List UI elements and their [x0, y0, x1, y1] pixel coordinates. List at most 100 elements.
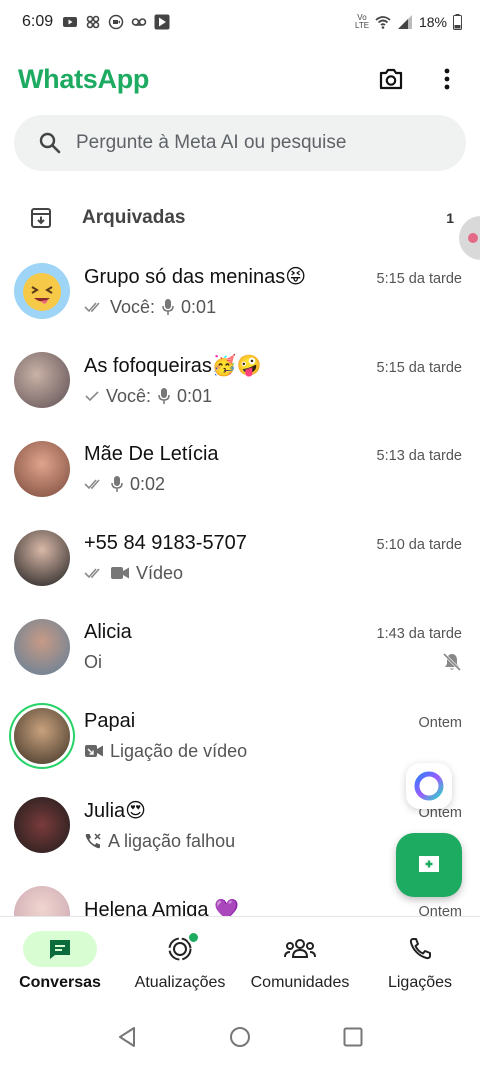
chat-name: As fofoqueiras🥳🤪: [84, 354, 262, 377]
meta-ai-ring-icon: [414, 771, 444, 801]
camera-button[interactable]: [376, 64, 406, 94]
avatar: [14, 796, 70, 853]
home-circle-icon: [229, 1027, 250, 1047]
new-chat-icon: [419, 856, 439, 872]
status-time: 6:09: [22, 13, 54, 30]
tab-atualizacoes[interactable]: Atualizações: [120, 917, 240, 1008]
network-label: Vo LTE: [354, 13, 370, 30]
chat-preview: Ligação de vídeo: [110, 740, 248, 761]
tab-label: Comunidades: [250, 974, 350, 991]
signal-icon: [397, 15, 412, 29]
video-call-icon: [85, 745, 103, 757]
chat-row[interactable]: Mãe De Letícia 5:13 da tarde 0:02: [0, 424, 480, 513]
bottom-nav: Conversas Atualizações Comunidades Ligaç…: [0, 916, 480, 1008]
archived-count: 1: [446, 210, 454, 226]
home-button[interactable]: [220, 1017, 260, 1057]
communities-icon: [284, 939, 316, 958]
status-bar: 6:09 Vo LTE 18%: [0, 0, 480, 44]
chat-time: 5:15 da tarde: [376, 270, 462, 287]
archive-icon: [31, 208, 51, 228]
chat-row[interactable]: As fofoqueiras🥳🤪 5:15 da tarde Você: 0:0…: [0, 335, 480, 424]
youtube-notification-icon: [63, 17, 78, 27]
avatar: [14, 707, 70, 764]
chat-sender: Você:: [106, 385, 152, 406]
avatar: [14, 529, 70, 586]
search-placeholder: Pergunte à Meta AI ou pesquise: [76, 132, 347, 153]
chat-name: Mãe De Letícia: [84, 442, 219, 465]
chat-preview: 0:02: [130, 473, 166, 494]
tab-indicator: [23, 931, 97, 967]
chat-name: Helena Amiga 💜: [84, 899, 239, 916]
archived-row[interactable]: Arquivadas 1: [0, 190, 480, 246]
missed-call-icon: [85, 833, 101, 849]
chats-icon: [50, 940, 70, 959]
more-vert-icon: [444, 68, 450, 90]
chat-row[interactable]: Alicia 1:43 da tarde Oi: [0, 602, 480, 691]
chat-time: 1:43 da tarde: [376, 625, 462, 642]
system-nav-bar: [0, 1008, 480, 1066]
wifi-icon: [375, 16, 391, 29]
search-input[interactable]: Pergunte à Meta AI ou pesquise: [14, 115, 466, 171]
chat-preview: 0:01: [181, 296, 217, 317]
chat-list: Grupo só das meninas😝 5:15 da tarde Você…: [0, 246, 480, 916]
chat-name: Papai: [84, 709, 136, 732]
chat-time: 5:10 da tarde: [376, 536, 462, 553]
chat-preview: A ligação falhou: [108, 830, 236, 851]
battery-icon: [453, 14, 462, 30]
chat-name: Grupo só das meninas😝: [84, 265, 307, 288]
avatar: [14, 618, 70, 675]
camera-icon: [379, 68, 403, 90]
mic-icon: [158, 388, 170, 404]
tab-indicator: [383, 931, 457, 967]
emoji-avatar-icon: [23, 272, 61, 311]
meta-ai-button[interactable]: [406, 763, 452, 809]
avatar: [14, 262, 70, 319]
tab-conversas[interactable]: Conversas: [0, 917, 120, 1008]
recents-square-icon: [343, 1027, 363, 1047]
chat-name: Julia😍: [84, 799, 146, 822]
app-header: WhatsApp: [0, 50, 480, 108]
chat-time: Ontem: [418, 904, 462, 916]
chat-preview: 0:01: [177, 385, 213, 406]
play-store-icon: [154, 14, 170, 30]
app-notification-icon: [86, 15, 100, 29]
double-check-icon: [84, 302, 100, 313]
tab-label: Atualizações: [134, 974, 226, 991]
battery-percent: 18%: [418, 14, 447, 30]
chat-name: +55 84 9183-5707: [84, 531, 247, 554]
tab-label: Conversas: [19, 974, 101, 991]
edge-dot-icon: [468, 233, 478, 243]
voicemail-icon: [131, 18, 147, 26]
chat-row[interactable]: Grupo só das meninas😝 5:15 da tarde Você…: [0, 246, 480, 335]
tab-ligacoes[interactable]: Ligações: [360, 917, 480, 1008]
archived-label: Arquivadas: [82, 207, 186, 228]
updates-badge-dot: [187, 931, 200, 944]
tab-indicator: [143, 931, 217, 967]
video-icon: [111, 567, 129, 579]
search-icon: [39, 132, 61, 154]
double-check-icon: [84, 568, 100, 579]
single-check-icon: [85, 391, 99, 402]
new-chat-button[interactable]: [396, 833, 462, 897]
mic-icon: [111, 476, 123, 492]
recents-button[interactable]: [333, 1017, 373, 1057]
chat-name: Alicia: [84, 620, 132, 643]
double-check-icon: [84, 479, 100, 490]
avatar: [14, 440, 70, 497]
tab-comunidades[interactable]: Comunidades: [240, 917, 360, 1008]
chat-row[interactable]: Papai Ontem Ligação de vídeo: [0, 691, 480, 780]
chat-row[interactable]: +55 84 9183-5707 5:10 da tarde Vídeo: [0, 513, 480, 602]
tab-label: Ligações: [387, 974, 453, 991]
back-button[interactable]: [107, 1017, 147, 1057]
chat-time: 5:15 da tarde: [376, 359, 462, 376]
more-options-button[interactable]: [432, 64, 462, 94]
screen-record-icon: [108, 14, 124, 30]
avatar: [14, 885, 70, 916]
back-triangle-icon: [118, 1027, 135, 1047]
tab-indicator: [263, 931, 337, 967]
chat-time: Ontem: [418, 714, 462, 731]
chat-time: 5:13 da tarde: [376, 447, 462, 464]
app-title: WhatsApp: [18, 63, 150, 94]
chat-preview: Oi: [84, 651, 102, 672]
chat-preview: Vídeo: [136, 562, 184, 583]
